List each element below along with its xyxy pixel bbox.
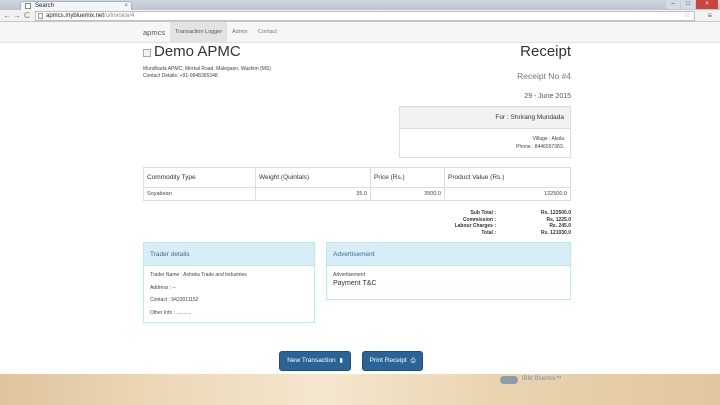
browser-tab[interactable]: Search × <box>20 1 132 10</box>
footer-brand: IBM Bluemix™ <box>522 376 562 382</box>
advertisement-panel: Advertisement Advertisement Payment T&C <box>326 242 571 300</box>
table-cell: 3500.0 <box>370 187 445 201</box>
column-header: Commodity Type <box>143 167 256 188</box>
total-value: Rs. 121030.0 <box>540 229 571 236</box>
close-window-button[interactable]: × <box>696 0 718 9</box>
new-transaction-label: New Transaction <box>287 357 336 364</box>
advert-panel-heading: Advertisement <box>327 243 570 266</box>
nav-contact[interactable]: Contact <box>253 22 282 43</box>
company-address: Mundhada APMC, Merkal Road, Malegaon, Wa… <box>143 66 271 72</box>
reload-icon[interactable]: C <box>24 11 30 20</box>
trader-panel-heading: Trader details <box>144 243 314 266</box>
trader-other-info: Other Info : ........... <box>150 309 192 316</box>
receipt-title: Receipt <box>520 43 571 60</box>
page-favicon-icon <box>25 3 31 9</box>
total-label: Total : <box>481 229 496 236</box>
tab-title: Search <box>35 3 55 9</box>
browser-titlebar: Search × – □ × <box>0 0 720 10</box>
nav-admin[interactable]: Admin <box>227 22 253 43</box>
window-controls: – □ × <box>666 0 718 10</box>
nav-transaction-logger[interactable]: Transaction Logger <box>170 22 228 43</box>
new-transaction-button[interactable]: New Transaction ▮ <box>279 351 351 371</box>
table-header-row: Commodity Type Weight (Quintals) Price (… <box>143 167 571 188</box>
forward-arrow-icon[interactable]: → <box>13 11 21 20</box>
receipt-date: 29 - June 2015 <box>524 93 571 100</box>
tab-close-icon[interactable]: × <box>124 2 128 10</box>
print-receipt-button[interactable]: Print Receipt ⎙ <box>362 351 423 371</box>
bluemix-logo-icon <box>500 376 518 384</box>
file-icon: ▮ <box>339 358 343 364</box>
broken-logo-image <box>143 49 151 57</box>
farmer-name: For : Shrirang Mundada <box>400 107 570 129</box>
table-cell: 35.0 <box>255 187 371 201</box>
footer-band <box>0 374 720 405</box>
back-arrow-icon[interactable]: ← <box>3 11 11 20</box>
print-receipt-label: Print Receipt <box>369 357 407 364</box>
app-brand[interactable]: apmcs <box>143 28 165 37</box>
receipt-number: Receipt No #4 <box>517 71 571 81</box>
printer-icon: ⎙ <box>410 358 416 364</box>
url-host: apmcs.mybluemix.net <box>46 13 105 19</box>
url-path: /u/invoice/4 <box>104 13 135 19</box>
farmer-phone: Phone : 8446557383. <box>516 144 564 150</box>
trader-contact: Contact : 9423011152 <box>150 297 199 303</box>
payment-terms: Payment T&C <box>333 280 377 287</box>
minimize-button[interactable]: – <box>666 0 680 9</box>
trader-details-panel: Trader details Trader Name : Ashoka Trad… <box>143 242 315 323</box>
bookmark-star-icon[interactable]: ☆ <box>684 12 690 20</box>
advert-label: Advertisement <box>333 272 365 278</box>
table-cell: Soyabean <box>143 187 256 201</box>
table-row: Soyabean 35.0 3500.0 122500.0 <box>143 187 571 201</box>
farmer-village: Village : Akola <box>532 136 564 142</box>
company-name: Demo APMC <box>154 43 241 60</box>
page-icon <box>38 13 43 19</box>
commodity-table: Commodity Type Weight (Quintals) Price (… <box>143 167 571 201</box>
trader-name: Trader Name : Ashoka Trade and Industrie… <box>150 272 247 278</box>
address-bar[interactable]: apmcs.mybluemix.net/u/invoice/4 ☆ <box>35 11 695 21</box>
totals-summary: Sub Total : Rs. 122500.0 Commission : Rs. … <box>430 210 571 236</box>
column-header: Price (Rs.) <box>370 167 445 188</box>
app-navbar: apmcs Transaction Logger Admin Contact <box>0 22 720 43</box>
company-contact: Contact Details: +91-9948365348 <box>143 73 218 79</box>
table-cell: 122500.0 <box>444 187 571 201</box>
browser-menu-icon[interactable]: ≡ <box>707 11 712 20</box>
trader-address: Address : -- <box>150 284 176 291</box>
farmer-info-box: For : Shrirang Mundada Village : Akola P… <box>399 106 571 158</box>
column-header: Weight (Quintals) <box>255 167 371 188</box>
browser-toolbar: ← → C apmcs.mybluemix.net/u/invoice/4 ☆ … <box>0 10 720 22</box>
maximize-button[interactable]: □ <box>681 0 695 9</box>
column-header: Product Value (Rs.) <box>444 167 571 188</box>
